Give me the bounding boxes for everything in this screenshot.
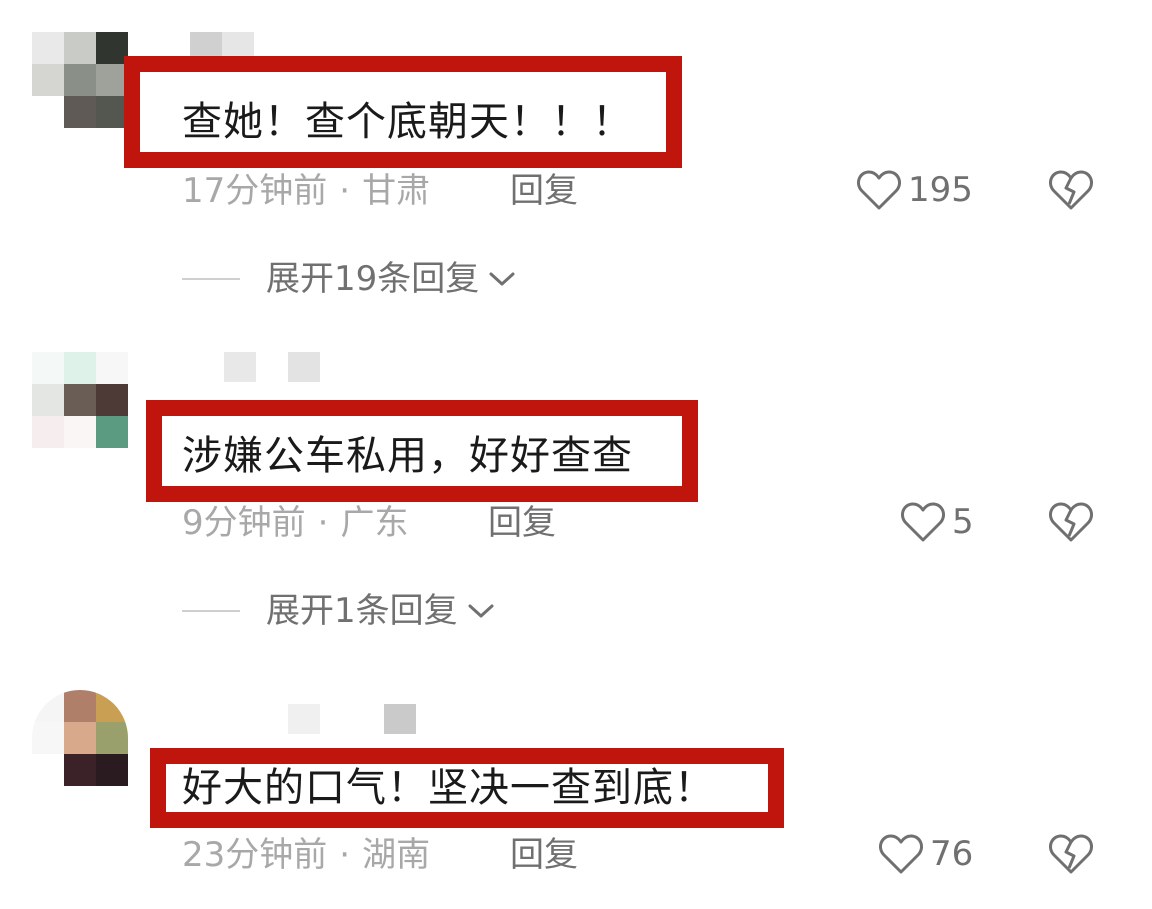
comment-meta: 17分钟前 · 甘肃 [182,174,430,208]
comment-location: 广东 [340,503,409,543]
comment-meta: 23分钟前 · 湖南 [182,838,430,872]
comment-time: 17分钟前 [182,171,328,211]
username-pixelated[interactable] [288,704,418,734]
comment-item: 涉嫌公车私用，好好查查 9分钟前 · 广东 回复 5 展开1条回复 [0,330,1152,660]
comment-text: 好大的口气！坚决一查到底！ [182,765,715,811]
reply-button[interactable]: 回复 [510,174,578,208]
expand-replies-label: 展开1条回复 [266,591,458,631]
username-pixelated[interactable] [224,352,324,382]
like-count: 76 [930,834,974,874]
divider-line [182,610,240,612]
broken-heart-icon [1049,170,1093,210]
like-button[interactable]: 5 [900,500,974,544]
avatar[interactable] [32,690,128,786]
meta-separator: · [339,835,351,875]
dislike-button[interactable] [1048,500,1094,548]
chevron-down-icon [468,604,494,618]
reply-button[interactable]: 回复 [488,506,556,540]
expand-replies[interactable]: 展开19条回复 [182,262,517,296]
comment-location: 湖南 [362,835,431,875]
dislike-button[interactable] [1048,832,1094,880]
comment-item: 查她！查个底朝天！！！ 17分钟前 · 甘肃 回复 195 展开19条回复 [0,0,1152,330]
expand-replies-label: 展开19条回复 [266,259,480,299]
heart-outline-icon [901,502,945,542]
avatar[interactable] [32,32,128,128]
comment-meta: 9分钟前 · 广东 [182,506,408,540]
broken-heart-icon [1049,834,1093,874]
broken-heart-icon [1049,502,1093,542]
heart-outline-icon [879,834,923,874]
expand-replies[interactable]: 展开1条回复 [182,594,496,628]
reply-button[interactable]: 回复 [510,838,578,872]
comment-text: 查她！查个底朝天！！！ [182,99,633,145]
comment-text: 涉嫌公车私用，好好查查 [182,433,633,479]
dislike-button[interactable] [1048,168,1094,216]
meta-separator: · [339,171,351,211]
avatar[interactable] [32,352,128,448]
comment-time: 9分钟前 [182,503,306,543]
comment-item: 好大的口气！坚决一查到底！ 23分钟前 · 湖南 回复 76 [0,660,1152,909]
comment-time: 23分钟前 [182,835,328,875]
comment-location: 甘肃 [362,171,431,211]
chevron-down-icon [489,272,515,286]
divider-line [182,278,240,280]
like-button[interactable]: 76 [878,832,973,876]
like-button[interactable]: 195 [856,168,973,212]
heart-outline-icon [857,170,901,210]
meta-separator: · [317,503,329,543]
like-count: 5 [952,502,974,542]
like-count: 195 [908,170,973,210]
